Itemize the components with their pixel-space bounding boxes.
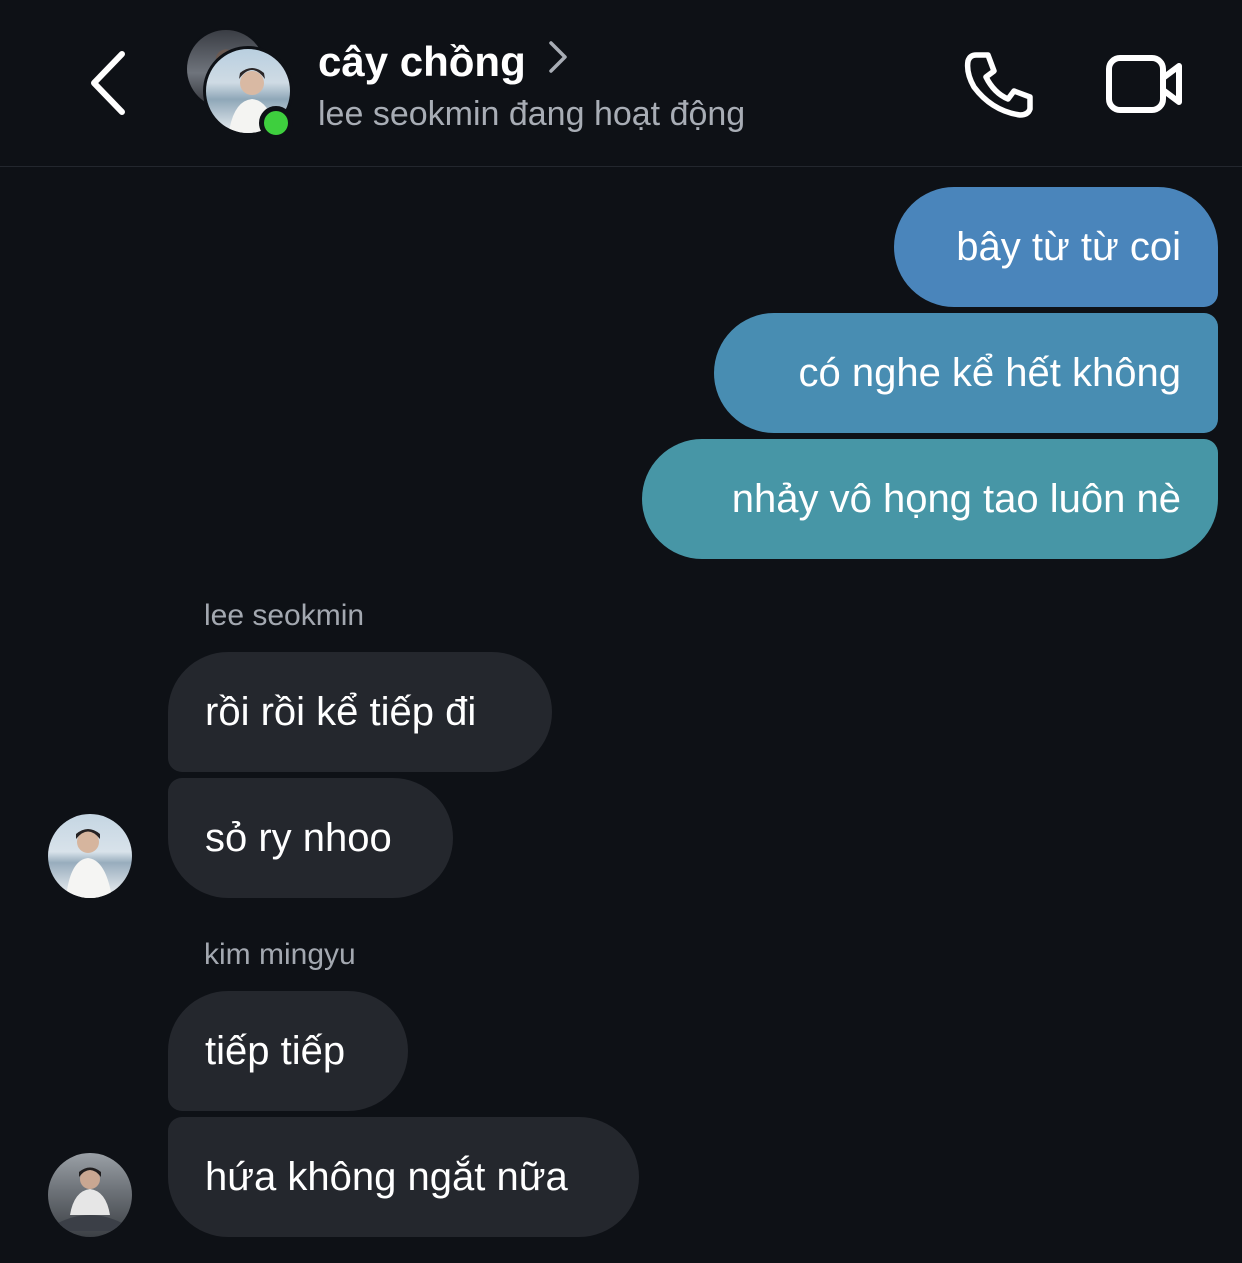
chat-title: cây chồng: [318, 38, 526, 85]
incoming-message[interactable]: tiếp tiếp: [168, 991, 408, 1111]
message-text: nhảy vô họng tao luôn nè: [731, 477, 1181, 521]
active-status-text: lee seokmin đang hoạt động: [318, 95, 746, 133]
chat-title-block[interactable]: cây chồng lee seokmin đang hoạt động: [318, 36, 745, 136]
sender-avatar[interactable]: [48, 1153, 132, 1237]
outgoing-message[interactable]: bây từ từ coi: [894, 187, 1218, 307]
outgoing-message[interactable]: có nghe kể hết không: [714, 313, 1218, 433]
chevron-right-icon: [548, 40, 568, 79]
chat-header: cây chồng lee seokmin đang hoạt động: [0, 0, 1242, 167]
message-text: có nghe kể hết không: [798, 351, 1181, 395]
incoming-message[interactable]: hứa không ngắt nữa: [168, 1117, 639, 1237]
sender-avatar[interactable]: [48, 814, 132, 898]
message-text: hứa không ngắt nữa: [205, 1155, 568, 1199]
message-text: sỏ ry nhoo: [205, 816, 392, 860]
voice-call-button[interactable]: [958, 46, 1038, 122]
group-avatar[interactable]: [185, 28, 301, 144]
message-text: tiếp tiếp: [205, 1029, 346, 1073]
chat-screen: cây chồng lee seokmin đang hoạt động bây…: [0, 0, 1242, 1263]
message-text: bây từ từ coi: [956, 225, 1181, 269]
phone-icon: [964, 52, 1033, 118]
video-camera-icon: [1106, 55, 1182, 113]
avatar-portrait-image: [58, 1167, 122, 1231]
sender-name: lee seokmin: [204, 599, 365, 632]
outgoing-message[interactable]: nhảy vô họng tao luôn nè: [642, 439, 1218, 559]
incoming-message[interactable]: rồi rồi kể tiếp đi: [168, 652, 552, 772]
sender-name: kim mingyu: [204, 938, 356, 971]
video-call-button[interactable]: [1100, 46, 1190, 122]
avatar-portrait-image: [66, 829, 112, 898]
online-status-dot: [259, 106, 293, 140]
chevron-left-icon: [91, 51, 125, 115]
incoming-message[interactable]: sỏ ry nhoo: [168, 778, 453, 898]
back-button[interactable]: [80, 46, 136, 120]
message-text: rồi rồi kể tiếp đi: [205, 690, 477, 734]
